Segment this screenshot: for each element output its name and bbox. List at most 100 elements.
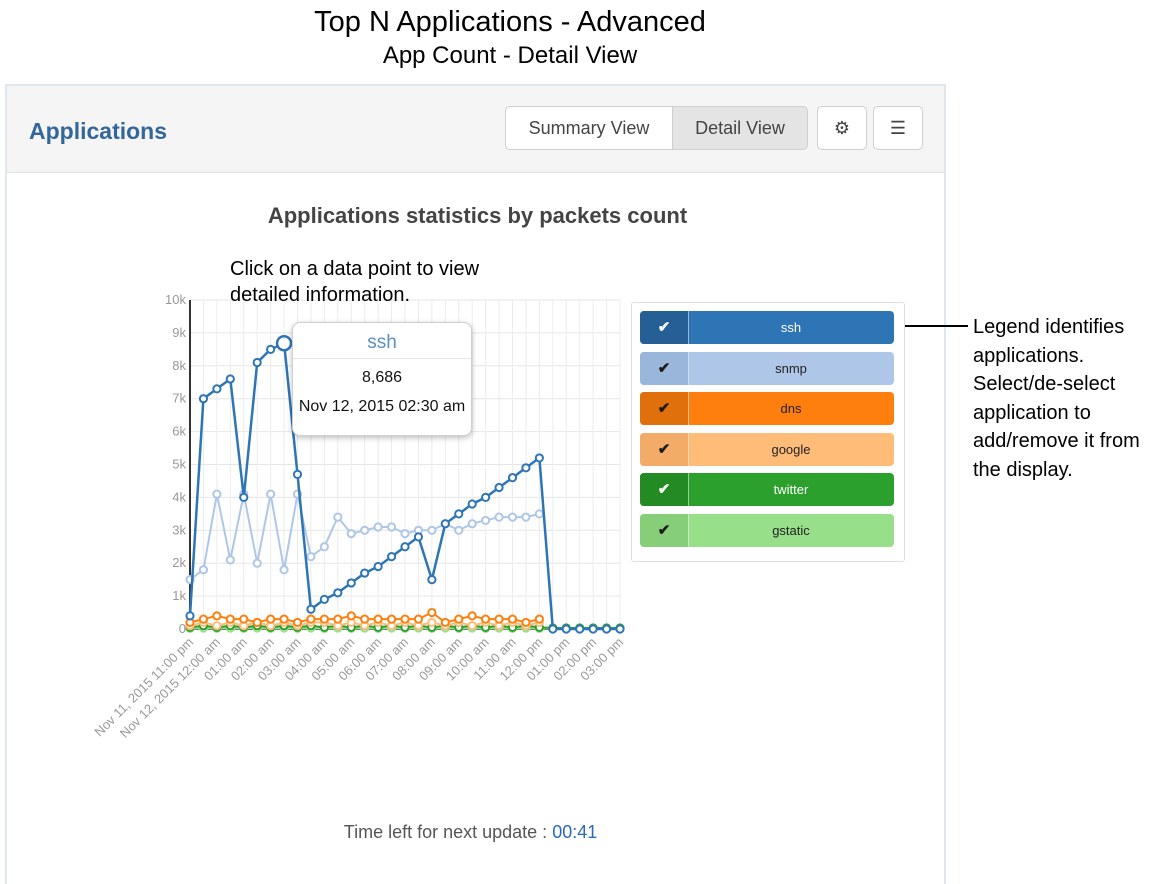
data-point [348, 612, 355, 619]
checkmark-icon[interactable]: ✔ [640, 514, 689, 547]
data-point [388, 553, 395, 560]
legend-item-twitter[interactable]: ✔twitter [640, 473, 894, 506]
tooltip-value: 8,686 [293, 369, 471, 387]
y-tick-label: 0 [179, 621, 186, 636]
y-tick-label: 9k [172, 325, 186, 340]
data-point [482, 616, 489, 623]
data-point [469, 500, 476, 507]
data-point [495, 616, 502, 623]
tooltip-time: Nov 12, 2015 02:30 am [293, 398, 471, 416]
data-point [428, 527, 435, 534]
legend-item-ssh[interactable]: ✔ssh [640, 311, 894, 344]
legend-item-gstatic[interactable]: ✔gstatic [640, 514, 894, 547]
data-point [375, 523, 382, 530]
data-point [240, 616, 247, 623]
data-point [267, 616, 274, 623]
data-point [227, 375, 234, 382]
legend-item-label: gstatic [688, 514, 894, 547]
data-point [334, 589, 341, 596]
data-point [348, 579, 355, 586]
data-point [254, 619, 261, 626]
data-point [428, 619, 435, 626]
legend-item-snmp[interactable]: ✔snmp [640, 352, 894, 385]
data-point [254, 560, 261, 567]
update-timer: Time left for next update : 00:41 [0, 822, 941, 843]
data-point [495, 484, 502, 491]
data-point [442, 520, 449, 527]
click-hint-annotation: Click on a data point to view detailed i… [230, 256, 530, 308]
legend-item-dns[interactable]: ✔dns [640, 392, 894, 425]
data-point [200, 395, 207, 402]
y-tick-label: 7k [172, 391, 186, 406]
data-point [200, 616, 207, 623]
data-point [277, 336, 291, 350]
data-point [186, 612, 193, 619]
data-point [482, 494, 489, 501]
data-point [267, 491, 274, 498]
data-point [536, 616, 543, 623]
data-point [495, 514, 502, 521]
data-point [415, 533, 422, 540]
data-point [616, 625, 623, 632]
data-point [294, 471, 301, 478]
data-point [522, 514, 529, 521]
checkmark-icon[interactable]: ✔ [640, 473, 689, 506]
data-point [469, 612, 476, 619]
data-point [388, 523, 395, 530]
data-point [401, 543, 408, 550]
data-point [469, 622, 476, 629]
data-point [428, 609, 435, 616]
data-point [213, 491, 220, 498]
data-point [307, 553, 314, 560]
data-point [254, 359, 261, 366]
checkmark-icon[interactable]: ✔ [640, 433, 689, 466]
data-point [522, 464, 529, 471]
data-point [388, 616, 395, 623]
data-point [536, 454, 543, 461]
y-tick-label: 1k [172, 588, 186, 603]
data-point [321, 616, 328, 623]
data-point [361, 569, 368, 576]
data-point [280, 616, 287, 623]
tooltip-series-name: ssh [293, 323, 471, 359]
y-tick-label: 6k [172, 424, 186, 439]
data-point [307, 616, 314, 623]
data-point [348, 530, 355, 537]
data-point [401, 616, 408, 623]
y-tick-label: 4k [172, 489, 186, 504]
data-point [509, 514, 516, 521]
data-point [455, 527, 462, 534]
data-point [213, 622, 220, 629]
data-point [590, 625, 597, 632]
legend-item-google[interactable]: ✔google [640, 433, 894, 466]
legend-item-label: google [688, 433, 894, 466]
data-point [334, 514, 341, 521]
data-point [213, 385, 220, 392]
data-point [536, 510, 543, 517]
data-point [361, 527, 368, 534]
chart-legend: ✔ssh✔snmp✔dns✔google✔twitter✔gstatic [631, 302, 905, 562]
data-point [469, 520, 476, 527]
data-point [603, 625, 610, 632]
data-point [482, 517, 489, 524]
checkmark-icon[interactable]: ✔ [640, 352, 689, 385]
data-point [509, 474, 516, 481]
data-point [200, 566, 207, 573]
y-tick-label: 10k [165, 292, 186, 307]
data-point [294, 619, 301, 626]
data-point [576, 625, 583, 632]
legend-item-label: twitter [688, 473, 894, 506]
data-point [442, 619, 449, 626]
data-point [455, 616, 462, 623]
legend-item-label: ssh [688, 311, 894, 344]
checkmark-icon[interactable]: ✔ [640, 392, 689, 425]
update-timer-value: 00:41 [552, 822, 597, 842]
y-tick-label: 2k [172, 555, 186, 570]
data-point [375, 563, 382, 570]
data-point [401, 530, 408, 537]
y-tick-label: 5k [172, 457, 186, 472]
checkmark-icon[interactable]: ✔ [640, 311, 689, 344]
data-point [522, 619, 529, 626]
legend-item-label: snmp [688, 352, 894, 385]
data-point [227, 556, 234, 563]
